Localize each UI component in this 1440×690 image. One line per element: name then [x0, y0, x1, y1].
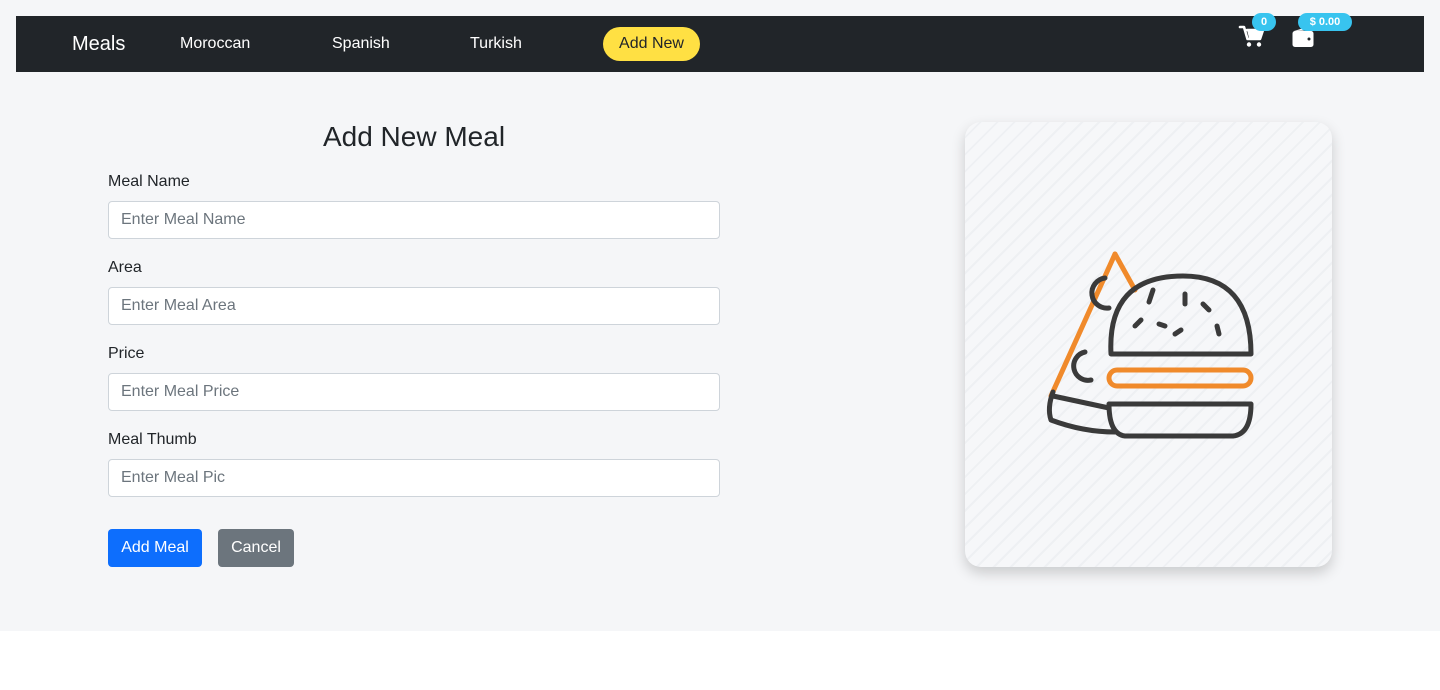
brand-logo[interactable]: Meals — [72, 32, 125, 56]
wallet-balance-badge: $ 0.00 — [1298, 13, 1352, 31]
nav-link-moroccan[interactable]: Moroccan — [180, 34, 250, 54]
area-input[interactable] — [108, 287, 720, 325]
add-new-button[interactable]: Add New — [603, 27, 700, 61]
pizza-burger-icon — [1046, 251, 1254, 439]
add-meal-button[interactable]: Add Meal — [108, 529, 202, 567]
cart-count-badge: 0 — [1252, 13, 1276, 31]
price-label: Price — [108, 345, 145, 362]
nav-link-spanish[interactable]: Spanish — [332, 34, 390, 54]
area-label: Area — [108, 259, 142, 276]
navbar: Meals Moroccan Spanish Turkish Add New 0… — [16, 13, 1424, 72]
page-title: Add New Meal — [322, 121, 506, 152]
meal-thumb-label: Meal Thumb — [108, 431, 197, 448]
meal-name-input[interactable] — [108, 201, 720, 239]
price-input[interactable] — [108, 373, 720, 411]
nav-link-turkish[interactable]: Turkish — [470, 34, 522, 54]
meal-name-label: Meal Name — [108, 173, 190, 190]
illustration-card — [965, 122, 1332, 567]
cancel-button[interactable]: Cancel — [218, 529, 294, 567]
meal-thumb-input[interactable] — [108, 459, 720, 497]
